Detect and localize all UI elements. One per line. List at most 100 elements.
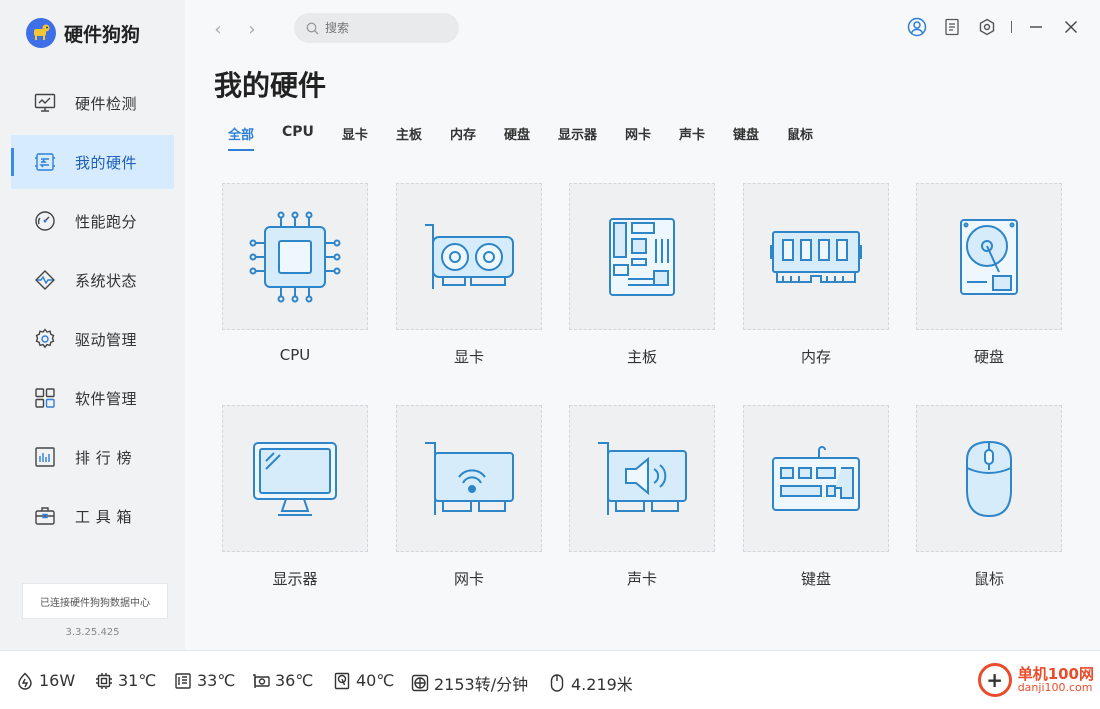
mouse-distance-value: 4.219米 <box>571 675 633 694</box>
settings-icon[interactable] <box>976 16 998 38</box>
gpu-temp-stat: 36℃ <box>252 671 313 690</box>
heartbeat-icon <box>33 268 57 292</box>
mouse-distance-stat: 4.219米 <box>548 671 633 695</box>
card-label: CPU <box>279 346 311 364</box>
app-title: 硬件狗狗 <box>64 23 141 46</box>
hardware-card-memory[interactable]: 内存 <box>743 183 889 367</box>
card-label: 主板 <box>626 348 657 366</box>
sidebar-item-my-hardware[interactable]: 我的硬件 <box>11 135 174 189</box>
power-stat: 16W <box>16 671 75 690</box>
sidebar-item-benchmark[interactable]: 性能跑分 <box>0 194 185 248</box>
window-controls <box>893 16 1082 38</box>
fan-speed-value: 2153转/分钟 <box>434 675 529 694</box>
card-tile <box>396 405 542 552</box>
sidebar-item-label: 软件管理 <box>75 389 138 408</box>
hardware-board-icon <box>33 150 57 174</box>
ram-icon <box>770 230 862 283</box>
gear-icon <box>33 327 57 351</box>
sidebar-item-label: 工 具 箱 <box>75 507 133 526</box>
power-icon <box>16 672 34 690</box>
card-label: 显示器 <box>272 570 318 588</box>
sidebar-item-toolbox[interactable]: 工 具 箱 <box>0 489 185 543</box>
forward-arrow-icon[interactable]: › <box>242 18 262 40</box>
close-icon[interactable] <box>1060 16 1082 38</box>
tab-disk[interactable]: 硬盘 <box>504 124 530 151</box>
motherboard-small-icon <box>174 672 192 690</box>
card-label: 硬盘 <box>973 348 1004 366</box>
tab-cpu[interactable]: CPU <box>282 124 314 151</box>
card-label: 声卡 <box>626 570 657 588</box>
card-label: 键盘 <box>800 570 831 588</box>
notes-icon[interactable] <box>941 16 963 38</box>
sidebar-item-ranking[interactable]: 排 行 榜 <box>0 430 185 484</box>
hardware-card-gpu[interactable]: 显卡 <box>396 183 542 367</box>
card-tile <box>743 405 889 552</box>
hardware-card-disk[interactable]: 硬盘 <box>916 183 1062 367</box>
user-icon[interactable] <box>906 16 928 38</box>
board-temp-value: 33℃ <box>197 671 236 690</box>
sidebar-item-label: 排 行 榜 <box>75 448 133 467</box>
hardware-card-sound[interactable]: 声卡 <box>569 405 715 589</box>
card-label: 显卡 <box>453 348 484 366</box>
sidebar-item-system-status[interactable]: 系统状态 <box>0 253 185 307</box>
sidebar-nav: 硬件检测 我的硬件 性能跑分 系统状态 驱动管理 软件管理 排 行 榜 工 具 … <box>0 76 185 548</box>
hardware-card-monitor[interactable]: 显示器 <box>222 405 368 589</box>
tab-sound[interactable]: 声卡 <box>679 124 705 151</box>
minimize-icon[interactable] <box>1025 16 1047 38</box>
monitor-icon <box>253 441 337 516</box>
hardware-card-network[interactable]: 网卡 <box>396 405 542 589</box>
search-input[interactable] <box>325 21 445 35</box>
gpu-small-icon <box>252 672 270 690</box>
tab-mouse[interactable]: 鼠标 <box>787 124 813 151</box>
graphics-card-icon <box>425 223 514 289</box>
card-tile <box>569 405 715 552</box>
toolbox-icon <box>33 504 57 528</box>
app-logo: 硬件狗狗 <box>26 18 140 48</box>
category-tabs: 全部 CPU 显卡 主板 内存 硬盘 显示器 网卡 声卡 键盘 鼠标 <box>228 124 841 151</box>
card-tile <box>916 183 1062 330</box>
hardware-card-keyboard[interactable]: 键盘 <box>743 405 889 589</box>
cpu-chip-icon <box>95 672 113 690</box>
sidebar-item-driver-manager[interactable]: 驱动管理 <box>0 312 185 366</box>
search-box[interactable] <box>294 13 459 43</box>
tab-keyboard[interactable]: 键盘 <box>733 124 759 151</box>
sidebar-item-label: 驱动管理 <box>75 330 138 349</box>
version-label: 3.3.25.425 <box>65 627 120 638</box>
motherboard-icon <box>609 217 675 296</box>
hardware-card-motherboard[interactable]: 主板 <box>569 183 715 367</box>
watermark-name: 单机100网 <box>1017 664 1094 683</box>
bar-chart-icon <box>33 445 57 469</box>
sidebar-item-label: 硬件检测 <box>75 94 138 113</box>
mouse-icon <box>966 440 1012 517</box>
dog-logo-icon <box>26 18 56 48</box>
card-tile <box>222 183 368 330</box>
tab-gpu[interactable]: 显卡 <box>342 124 368 151</box>
fan-speed-stat: 2153转/分钟 <box>411 671 528 695</box>
hardware-card-cpu[interactable]: CPU <box>222 183 368 364</box>
sidebar-item-hardware-detect[interactable]: 硬件检测 <box>0 76 185 130</box>
status-bar: 16W 31℃ 33℃ 36℃ 40℃ 2153转/分钟 4.219米 + 单机… <box>0 650 1100 709</box>
card-tile <box>916 405 1062 552</box>
tab-all[interactable]: 全部 <box>228 124 255 151</box>
tab-network[interactable]: 网卡 <box>625 124 651 151</box>
sidebar-item-software-manager[interactable]: 软件管理 <box>0 371 185 425</box>
back-arrow-icon[interactable]: ‹ <box>208 18 228 40</box>
sidebar-item-label: 系统状态 <box>75 271 138 290</box>
monitor-chart-icon <box>33 91 57 115</box>
disk-temp-stat: 40℃ <box>333 671 394 690</box>
hardware-card-mouse[interactable]: 鼠标 <box>916 405 1062 589</box>
card-tile <box>743 183 889 330</box>
tab-monitor[interactable]: 显示器 <box>558 124 597 151</box>
gpu-temp-value: 36℃ <box>275 671 314 690</box>
apps-grid-icon <box>33 386 57 410</box>
watermark-logo-icon: + <box>977 663 1012 697</box>
card-tile <box>222 405 368 552</box>
cpu-temp-stat: 31℃ <box>95 671 156 690</box>
sound-card-icon <box>598 441 687 515</box>
search-icon <box>306 22 319 34</box>
sidebar-item-label: 性能跑分 <box>75 212 138 231</box>
card-label: 网卡 <box>453 570 484 588</box>
tab-memory[interactable]: 内存 <box>450 124 476 151</box>
site-watermark: + 单机100网 danji100.com <box>977 663 1094 697</box>
tab-motherboard[interactable]: 主板 <box>396 124 422 151</box>
